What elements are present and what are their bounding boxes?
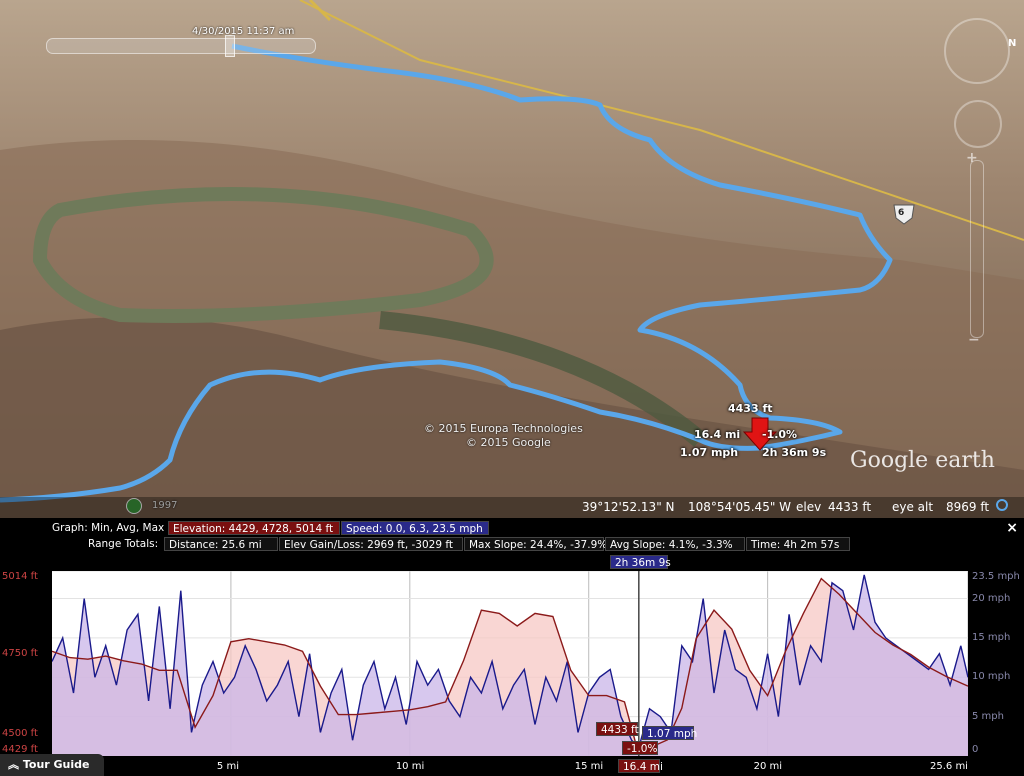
elevation-label: elev [796,500,822,514]
tour-guide-button[interactable]: ︽ Tour Guide [0,754,104,776]
chevron-up-icon: ︽ [8,758,23,771]
credit-google: © 2015 Google [466,436,551,449]
y-left-tick-label: 4429 ft [2,744,38,755]
speed-stat-tab[interactable]: Speed: 0.0, 6.3, 23.5 mph [341,521,489,535]
chart-svg [51,570,969,757]
y-right-tick-label: 23.5 mph [972,571,1020,582]
y-left-tick-label: 5014 ft [2,571,38,582]
cursor-time-label: 2h 36m 9s [610,555,671,569]
us-route-shield-label: 6 [898,208,905,218]
zoom-out-icon[interactable]: − [968,332,980,348]
y-left-tick-label: 4750 ft [2,648,38,660]
compass-north-label: N [1008,38,1017,49]
y-left-tick-label: 4500 ft [2,727,38,739]
cursor-elevation-label: 4433 ft [596,722,639,736]
marker-distance-label: 16.4 mi [694,428,741,441]
zoom-in-icon[interactable]: + [966,150,978,166]
elevation-stat-tab[interactable]: Elevation: 4429, 4728, 5014 ft [168,521,340,535]
y-right-tick-label: 15 mph [972,631,1011,643]
marker-elevation-label: 4433 ft [728,402,773,415]
marker-speed-label: 1.07 mph [680,446,739,459]
eye-altitude-label: eye alt [892,500,934,514]
marker-time-label: 2h 36m 9s [762,446,827,459]
distance-total: Distance: 25.6 mi [164,537,278,551]
credit-europa: © 2015 Europa Technologies [424,422,583,435]
tour-guide-label: Tour Guide [22,758,90,771]
time-slider-thumb[interactable] [225,35,235,57]
max-slope-total: Max Slope: 24.4%, -37.9% [464,537,607,551]
google-earth-logo: Google earth [850,448,995,473]
longitude-readout: 108°54'05.45" W [688,500,792,514]
avg-slope-total: Avg Slope: 4.1%, -3.3% [605,537,745,551]
cursor-slope-label: -1.0% [622,741,658,755]
move-joystick[interactable] [954,100,1002,148]
status-bar: 39°12'52.13" N 108°54'05.45" W elev 4433… [0,497,1024,518]
zoom-slider[interactable] [970,160,984,338]
elevation-readout: 4433 ft [828,500,872,514]
close-profile-button[interactable]: × [1006,520,1018,536]
y-right-tick-label: 5 mph [972,710,1004,722]
y-right-tick-label: 10 mph [972,671,1011,683]
timestamp-label: 4/30/2015 11:37 am [192,26,295,37]
x-tick-label: 10 mi [395,761,425,772]
gain-loss-total: Elev Gain/Loss: 2969 ft, -3029 ft [279,537,463,551]
x-tick-label: 5 mi [216,761,239,772]
cursor-speed-label: 1.07 mph [642,726,697,740]
time-total: Time: 4h 2m 57s [746,537,850,551]
x-tick-label: 20 mi [753,761,783,772]
time-slider[interactable] [46,35,316,57]
x-tick-label: 25.6 mi [930,761,968,772]
elevation-speed-chart[interactable] [51,570,969,757]
eye-altitude-readout: 8969 ft [946,500,990,514]
y-right-tick-label: 20 mph [972,592,1011,604]
y-right-tick-label: 0 [972,744,979,755]
marker-slope-label: -1.0% [762,428,798,441]
map-view[interactable]: 4/30/2015 11:37 am 6 4433 ft 16.4 mi -1.… [0,0,1024,518]
latitude-readout: 39°12'52.13" N [582,500,675,514]
range-totals-label: Range Totals: [88,538,159,550]
look-joystick[interactable] [944,18,1010,84]
streaming-status-icon [996,499,1008,511]
x-tick-label: 15 mi [574,761,604,772]
graph-label: Graph: Min, Avg, Max [52,522,165,534]
cursor-distance-label: 16.4 mi [618,759,663,773]
